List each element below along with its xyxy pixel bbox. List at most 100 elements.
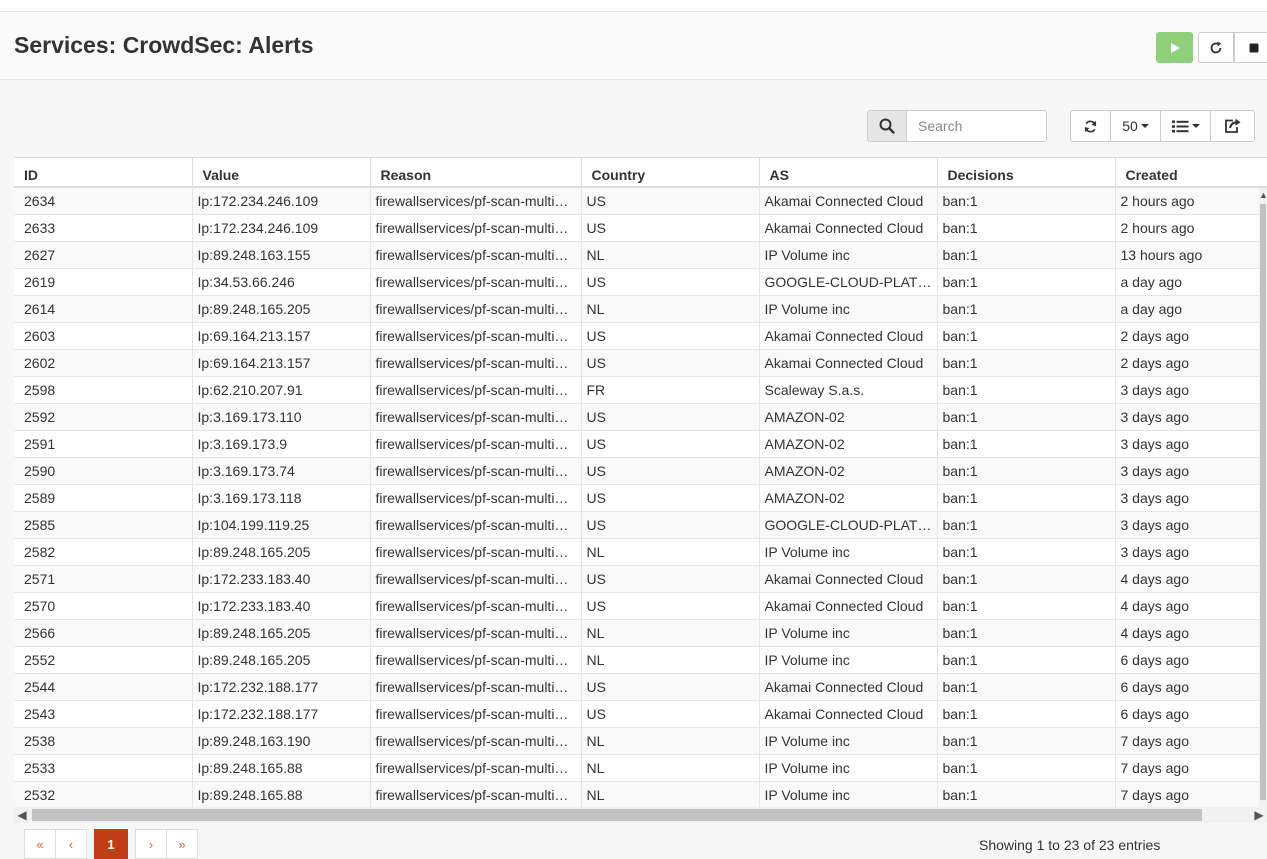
table-row[interactable]: 2543 Ip:172.232.188.177 firewallservices/p… bbox=[14, 699, 1267, 727]
next-page-button[interactable]: › bbox=[135, 829, 167, 859]
cell-created: 2 hours ago bbox=[1114, 213, 1267, 241]
scroll-up-icon[interactable]: ▲ bbox=[1259, 188, 1267, 202]
last-page-button[interactable]: » bbox=[166, 829, 198, 859]
table-row[interactable]: 2532 Ip:89.248.165.88 firewallservices/pf-… bbox=[14, 780, 1267, 807]
table-row[interactable]: 2538 Ip:89.248.163.190 firewallservices/pf… bbox=[14, 726, 1267, 754]
cell-as: Akamai Connected Cloud bbox=[758, 348, 937, 376]
cell-country: US bbox=[580, 429, 759, 457]
restart-service-button[interactable] bbox=[1198, 32, 1234, 63]
first-page-button[interactable]: « bbox=[24, 829, 56, 859]
cell-created: 6 days ago bbox=[1114, 699, 1267, 727]
cell-reason: firewallservices/pf-scan-multi… bbox=[369, 564, 581, 592]
horizontal-scrollbar[interactable]: ◀ ▶ bbox=[14, 807, 1267, 823]
entries-summary: Showing 1 to 23 of 23 entries bbox=[979, 837, 1161, 853]
table-row[interactable]: 2533 Ip:89.248.165.88 firewallservices/pf-… bbox=[14, 753, 1267, 781]
cell-country: NL bbox=[580, 780, 759, 807]
pagination: « ‹ 1 › » bbox=[24, 829, 198, 859]
table-row[interactable]: 2589 Ip:3.169.173.118 firewallservices/pf-… bbox=[14, 483, 1267, 511]
table-row[interactable]: 2585 Ip:104.199.119.25 firewallservices/pf… bbox=[14, 510, 1267, 538]
cell-created: 4 days ago bbox=[1114, 591, 1267, 619]
scroll-left-icon[interactable]: ◀ bbox=[14, 807, 30, 823]
cell-id: 2590 bbox=[14, 456, 192, 484]
cell-id: 2598 bbox=[14, 375, 192, 403]
cell-decisions: ban:1 bbox=[936, 213, 1115, 241]
cell-created: 4 days ago bbox=[1114, 564, 1267, 592]
table-row[interactable]: 2570 Ip:172.233.183.40 firewallservices/pf… bbox=[14, 591, 1267, 619]
stop-icon bbox=[1249, 43, 1259, 52]
page-size-value: 50 bbox=[1122, 118, 1138, 134]
cell-reason: firewallservices/pf-scan-multi… bbox=[369, 429, 581, 457]
table-row[interactable]: 2592 Ip:3.169.173.110 firewallservices/pf-… bbox=[14, 402, 1267, 430]
cell-created: 7 days ago bbox=[1114, 726, 1267, 754]
cell-id: 2544 bbox=[14, 672, 192, 700]
start-service-button[interactable] bbox=[1156, 32, 1193, 63]
cell-created: 3 days ago bbox=[1114, 429, 1267, 457]
cell-reason: firewallservices/pf-scan-multi… bbox=[369, 510, 581, 538]
column-header-reason[interactable]: Reason bbox=[369, 158, 581, 188]
cell-value: Ip:89.248.165.88 bbox=[191, 780, 370, 807]
prev-page-button[interactable]: ‹ bbox=[55, 829, 87, 859]
table-row[interactable]: 2598 Ip:62.210.207.91 firewallservices/pf-… bbox=[14, 375, 1267, 403]
cell-country: FR bbox=[580, 375, 759, 403]
cell-as: GOOGLE-CLOUD-PLATF… bbox=[758, 510, 937, 538]
cell-country: US bbox=[580, 456, 759, 484]
horizontal-scroll-thumb[interactable] bbox=[32, 809, 1202, 821]
table-row[interactable]: 2634 Ip:172.234.246.109 firewallservices/p… bbox=[14, 186, 1267, 214]
cell-value: Ip:89.248.165.205 bbox=[191, 537, 370, 565]
column-header-as[interactable]: AS bbox=[758, 158, 937, 188]
cell-country: NL bbox=[580, 645, 759, 673]
cell-value: Ip:89.248.163.190 bbox=[191, 726, 370, 754]
column-header-id[interactable]: ID bbox=[14, 158, 192, 188]
table-row[interactable]: 2614 Ip:89.248.165.205 firewallservices/pf… bbox=[14, 294, 1267, 322]
cell-id: 2589 bbox=[14, 483, 192, 511]
cell-decisions: ban:1 bbox=[936, 429, 1115, 457]
cell-as: AMAZON-02 bbox=[758, 429, 937, 457]
table-row[interactable]: 2603 Ip:69.164.213.157 firewallservices/pf… bbox=[14, 321, 1267, 349]
columns-dropdown[interactable] bbox=[1160, 110, 1211, 142]
cell-reason: firewallservices/pf-scan-multi… bbox=[369, 699, 581, 727]
cell-country: US bbox=[580, 186, 759, 214]
cell-value: Ip:172.234.246.109 bbox=[191, 213, 370, 241]
cell-decisions: ban:1 bbox=[936, 240, 1115, 268]
search-input[interactable] bbox=[907, 110, 1047, 142]
cell-reason: firewallservices/pf-scan-multi… bbox=[369, 321, 581, 349]
table-row[interactable]: 2566 Ip:89.248.165.205 firewallservices/pf… bbox=[14, 618, 1267, 646]
cell-created: 3 days ago bbox=[1114, 510, 1267, 538]
page-size-dropdown[interactable]: 50 bbox=[1110, 110, 1161, 142]
refresh-icon bbox=[1210, 41, 1222, 53]
cell-decisions: ban:1 bbox=[936, 645, 1115, 673]
table-row[interactable]: 2571 Ip:172.233.183.40 firewallservices/pf… bbox=[14, 564, 1267, 592]
table-row[interactable]: 2544 Ip:172.232.188.177 firewallservices/p… bbox=[14, 672, 1267, 700]
table-row[interactable]: 2591 Ip:3.169.173.9 firewallservices/pf-sc… bbox=[14, 429, 1267, 457]
table-row[interactable]: 2633 Ip:172.234.246.109 firewallservices/p… bbox=[14, 213, 1267, 241]
cell-id: 2614 bbox=[14, 294, 192, 322]
cell-value: Ip:172.232.188.177 bbox=[191, 672, 370, 700]
export-button[interactable] bbox=[1210, 110, 1255, 142]
column-header-created[interactable]: Created bbox=[1114, 158, 1267, 188]
cell-decisions: ban:1 bbox=[936, 591, 1115, 619]
refresh-table-button[interactable] bbox=[1070, 110, 1111, 142]
cell-country: NL bbox=[580, 294, 759, 322]
cell-decisions: ban:1 bbox=[936, 186, 1115, 214]
table-row[interactable]: 2582 Ip:89.248.165.205 firewallservices/pf… bbox=[14, 537, 1267, 565]
table-row[interactable]: 2627 Ip:89.248.163.155 firewallservices/pf… bbox=[14, 240, 1267, 268]
cell-value: Ip:172.234.246.109 bbox=[191, 186, 370, 214]
vertical-scroll-thumb[interactable] bbox=[1260, 204, 1266, 800]
column-header-decisions[interactable]: Decisions bbox=[936, 158, 1115, 188]
table-row[interactable]: 2619 Ip:34.53.66.246 firewallservices/pf-s… bbox=[14, 267, 1267, 295]
stop-service-button[interactable] bbox=[1234, 32, 1267, 63]
table-row[interactable]: 2552 Ip:89.248.165.205 firewallservices/pf… bbox=[14, 645, 1267, 673]
cell-country: US bbox=[580, 564, 759, 592]
search-icon bbox=[879, 118, 895, 134]
page-1-button[interactable]: 1 bbox=[94, 829, 128, 859]
table-row[interactable]: 2590 Ip:3.169.173.74 firewallservices/pf-s… bbox=[14, 456, 1267, 484]
play-icon bbox=[1170, 42, 1180, 53]
cell-value: Ip:69.164.213.157 bbox=[191, 321, 370, 349]
table-row[interactable]: 2602 Ip:69.164.213.157 firewallservices/pf… bbox=[14, 348, 1267, 376]
column-header-country[interactable]: Country bbox=[580, 158, 759, 188]
cell-id: 2533 bbox=[14, 753, 192, 781]
search-button[interactable] bbox=[867, 110, 907, 142]
vertical-scrollbar[interactable]: ▲ bbox=[1259, 188, 1267, 807]
column-header-value[interactable]: Value bbox=[191, 158, 370, 188]
scroll-right-icon[interactable]: ▶ bbox=[1251, 807, 1267, 823]
